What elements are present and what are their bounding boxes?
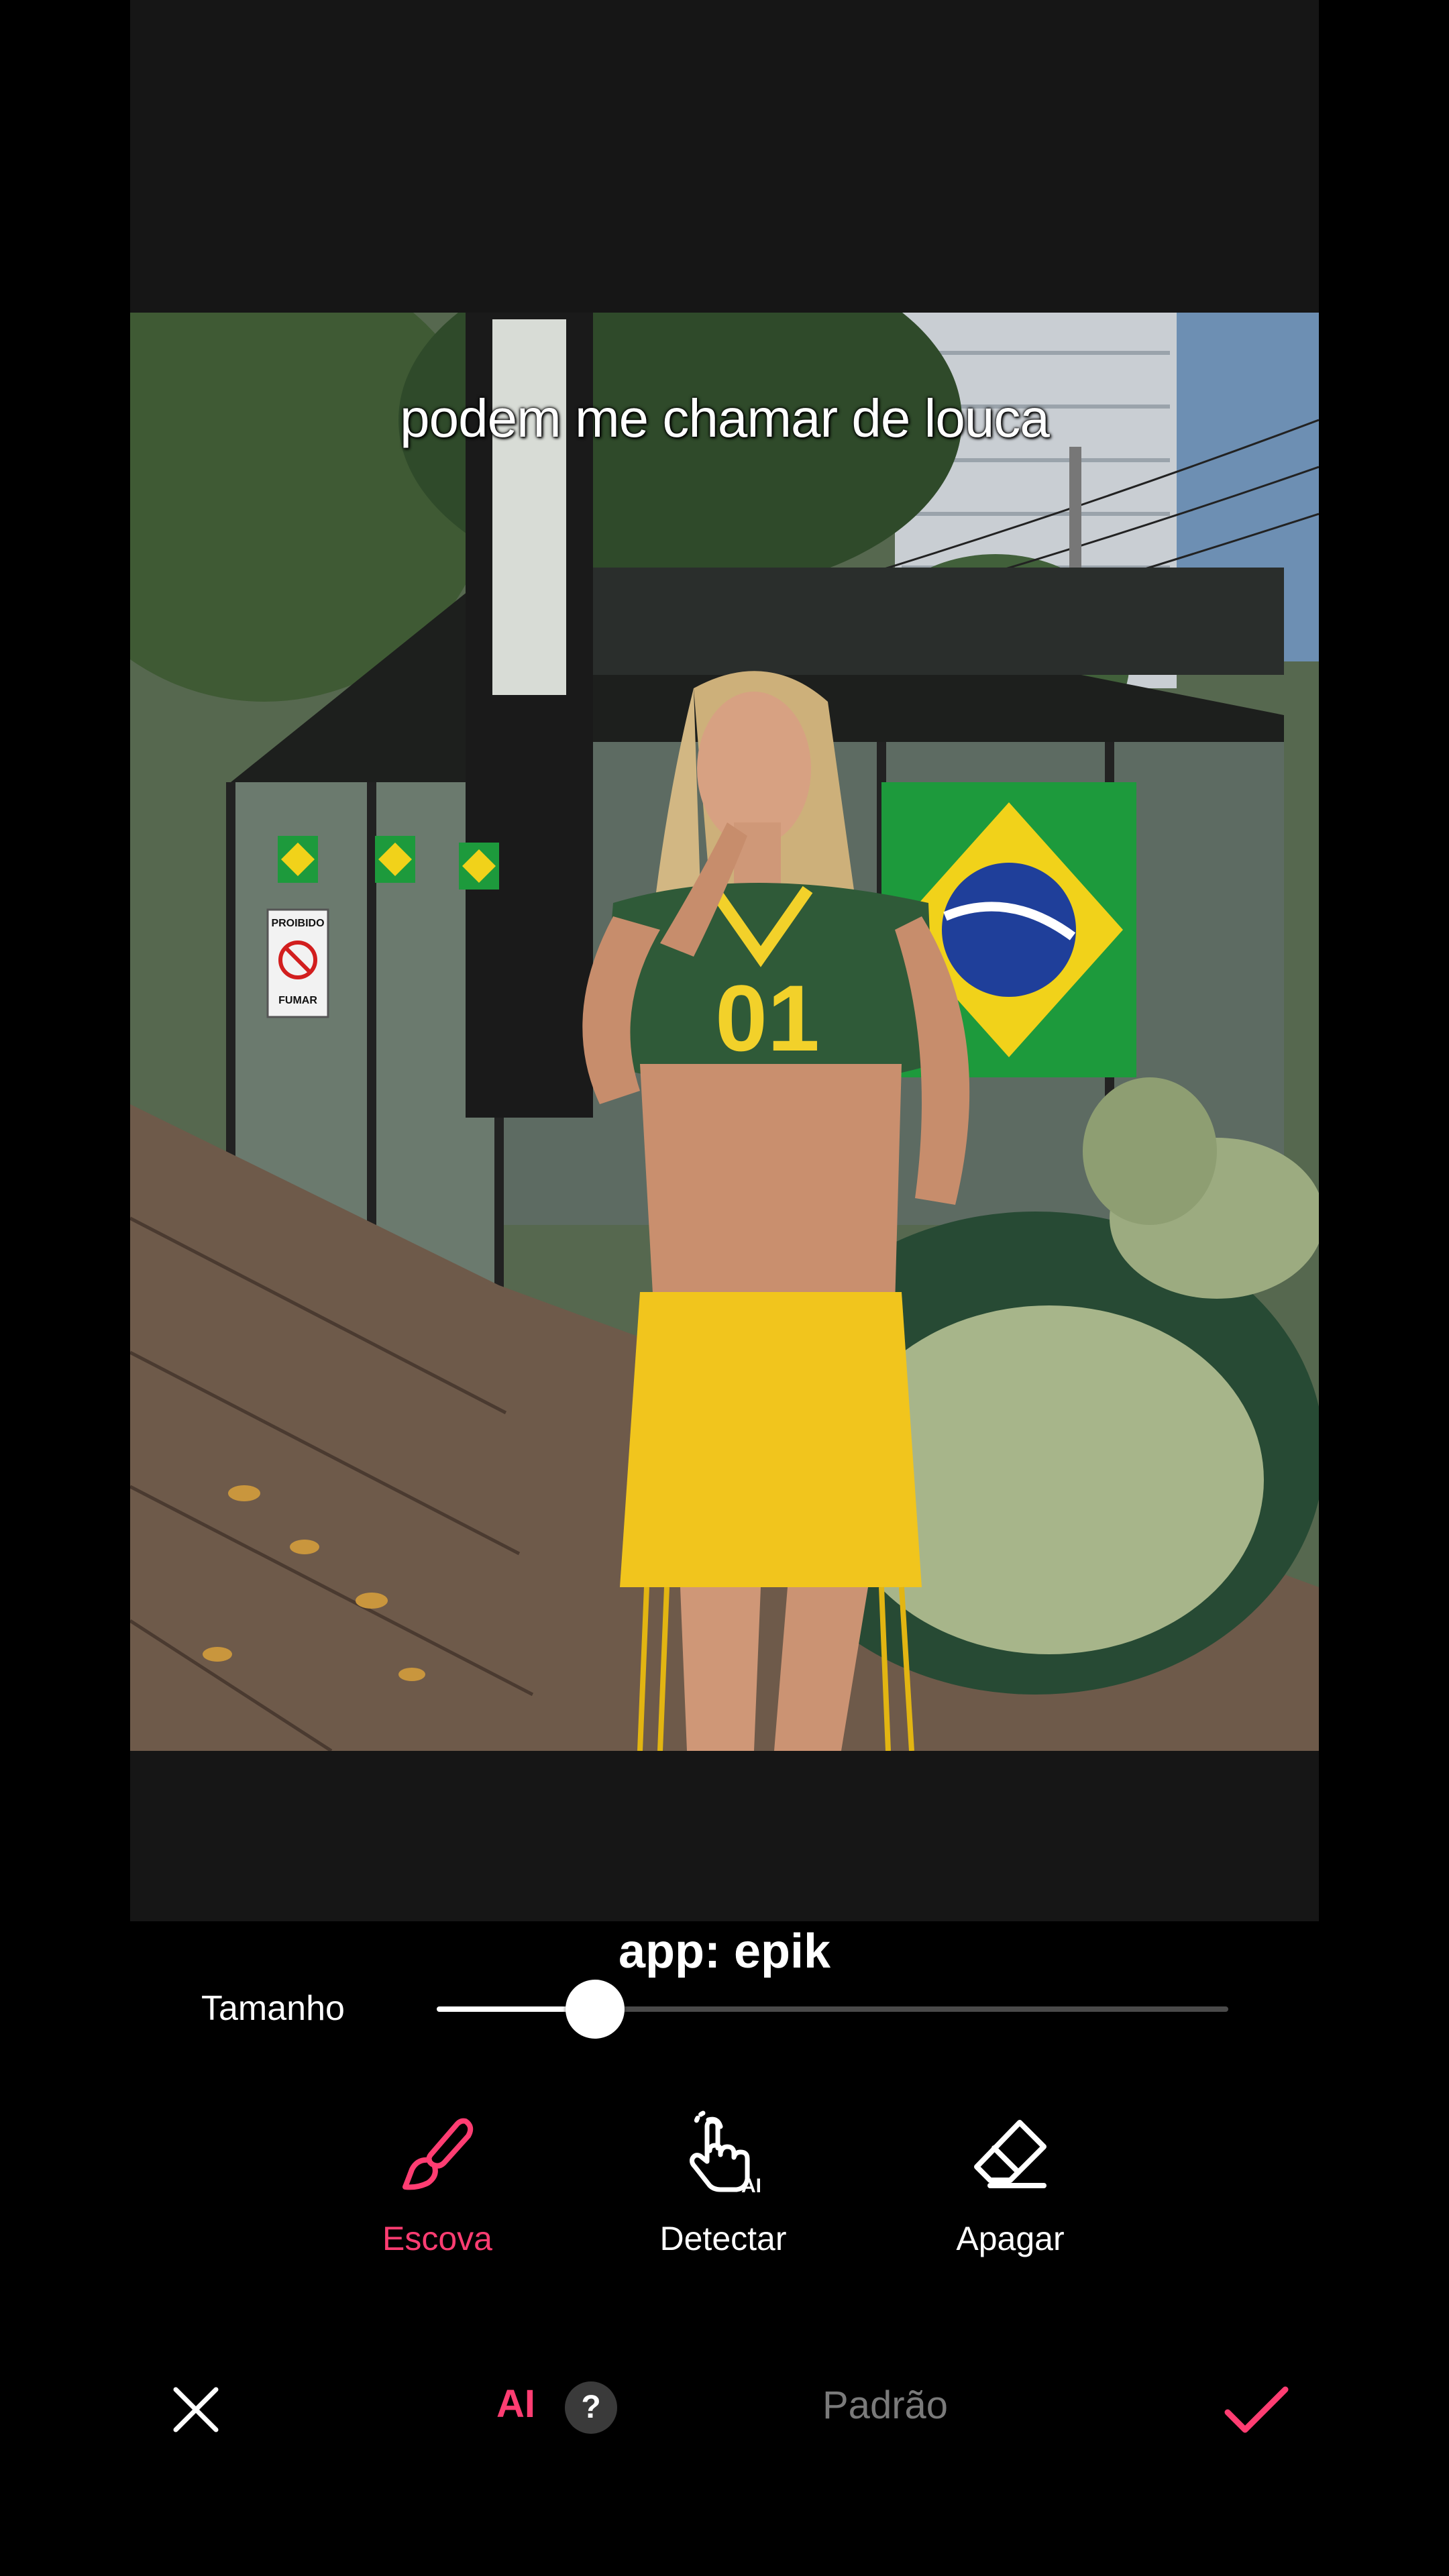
tool-erase-button[interactable]: Apagar (903, 2106, 1118, 2281)
bottom-bar: AI ? Padrão (0, 2361, 1449, 2449)
ai-tap-icon: AI (690, 2110, 761, 2197)
brush-icon (402, 2118, 474, 2190)
jersey-number: 01 (715, 965, 820, 1071)
edited-photo[interactable]: PROIBIDO FUMAR 01 podem me chamar de lou… (130, 313, 1319, 1751)
close-icon[interactable] (162, 2376, 229, 2443)
tool-brush-label: Escova (382, 2220, 492, 2257)
slider-thumb[interactable] (566, 1980, 625, 2039)
mode-ai-tab[interactable]: AI (496, 2381, 535, 2426)
eraser-icon (974, 2120, 1046, 2188)
app-watermark: app: epik (618, 1925, 831, 1978)
tool-brush-button[interactable]: Escova (330, 2106, 545, 2281)
sign-text-top: PROIBIDO (271, 918, 324, 929)
sign-text-bottom: FUMAR (278, 995, 317, 1006)
tool-erase-label: Apagar (956, 2220, 1065, 2257)
brush-size-control: Tamanho (0, 1972, 1449, 2046)
mode-default-tab[interactable]: Padrão (822, 2383, 948, 2428)
check-icon[interactable] (1220, 2376, 1293, 2443)
tool-detect-label: Detectar (659, 2220, 787, 2257)
ai-badge: AI (741, 2175, 761, 2197)
photo-caption: podem me chamar de louca (400, 388, 1050, 448)
brush-size-label: Tamanho (201, 1989, 345, 2028)
photo-editor-screen: PROIBIDO FUMAR 01 podem me chamar de lou… (0, 0, 1449, 2576)
help-icon[interactable]: ? (565, 2381, 617, 2434)
photo-scene: PROIBIDO FUMAR 01 (130, 313, 1319, 1751)
brush-size-slider[interactable] (437, 1980, 1228, 2039)
tool-detect-button[interactable]: AI Detectar (616, 2106, 830, 2281)
